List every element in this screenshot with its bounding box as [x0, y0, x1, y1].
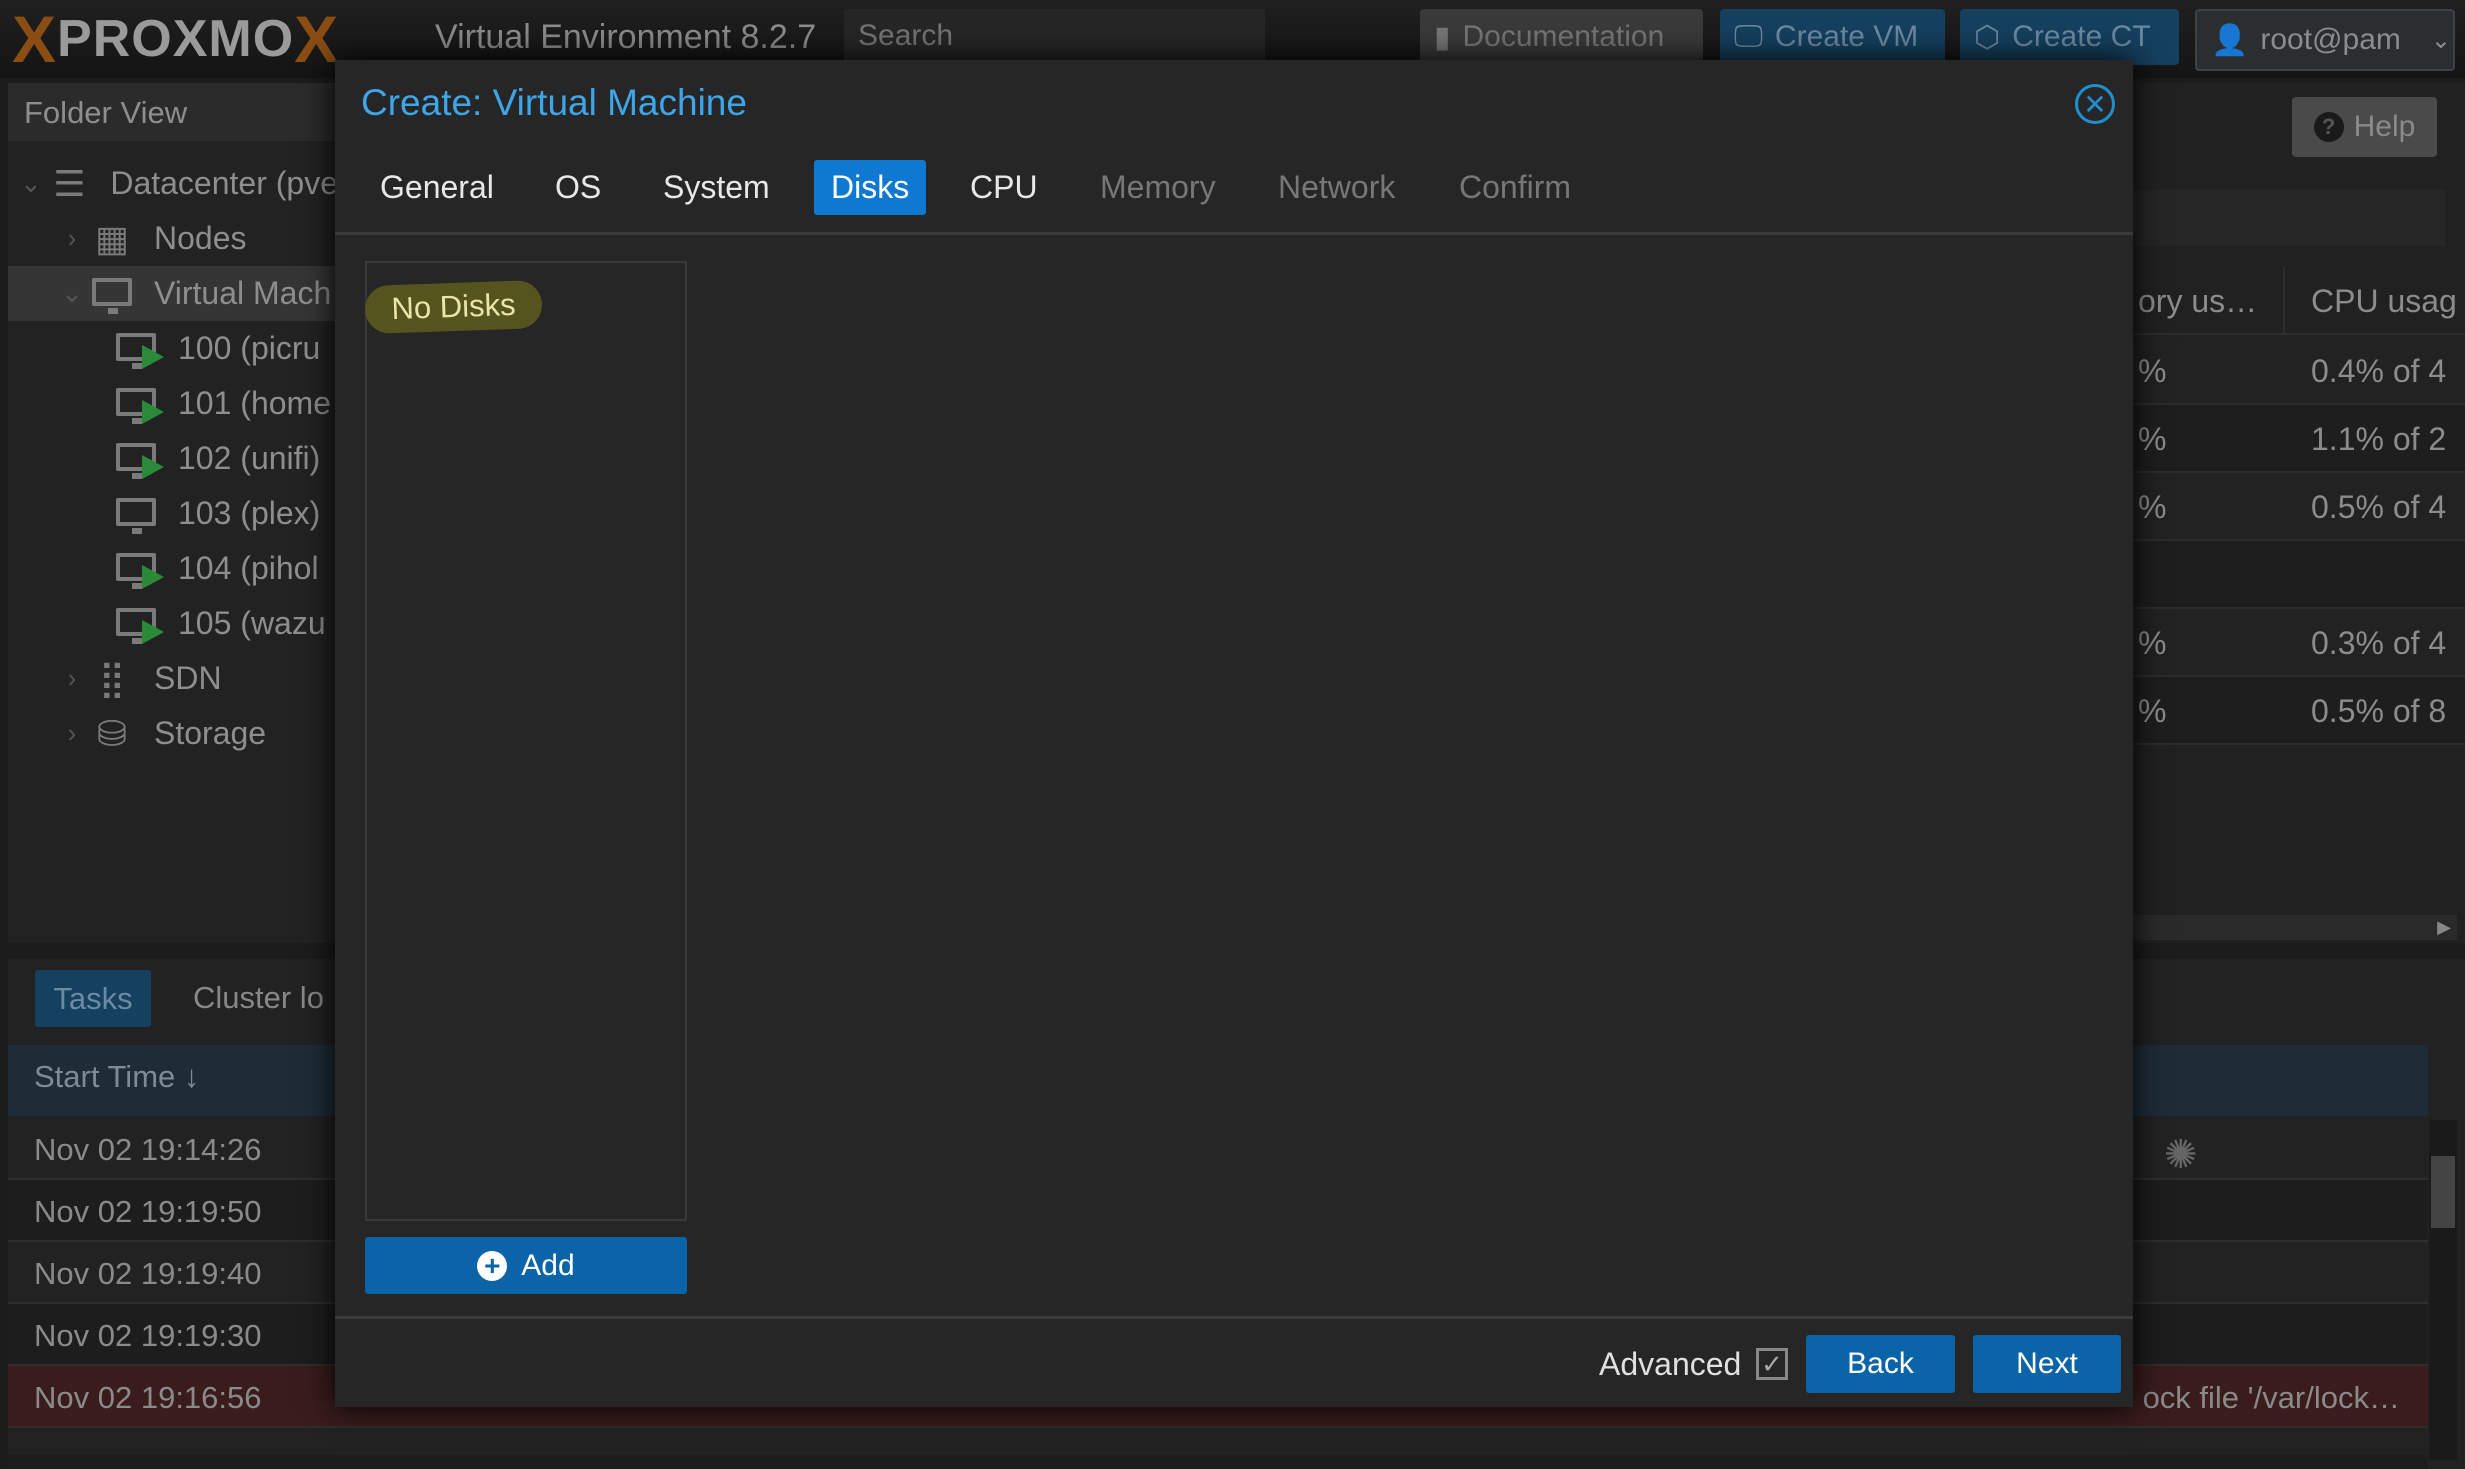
- building-icon: ▦: [94, 217, 129, 259]
- close-icon[interactable]: ✕: [2075, 84, 2115, 124]
- spinner-icon: ✺: [2164, 1133, 2198, 1177]
- tree-item[interactable]: 102 (unifi): [8, 431, 338, 486]
- arrow-right-icon: ▶: [2437, 917, 2451, 937]
- expand-toggle-icon[interactable]: ⌄: [60, 278, 84, 309]
- next-button[interactable]: Next: [1973, 1335, 2121, 1393]
- view-selector[interactable]: Folder View: [8, 83, 338, 141]
- divider: [335, 232, 2133, 235]
- column-memory[interactable]: ory us…: [2138, 283, 2257, 320]
- memory-cell: %: [2138, 421, 2167, 457]
- server-icon: ☰: [53, 162, 86, 204]
- start-time-cell: Nov 02 19:16:56: [34, 1380, 262, 1415]
- expand-toggle-icon[interactable]: ›: [60, 663, 84, 694]
- no-disks-label: No Disks: [364, 279, 543, 335]
- start-time-cell: Nov 02 19:19:40: [34, 1256, 262, 1291]
- expand-toggle-icon[interactable]: ⌄: [19, 168, 42, 199]
- advanced-checkbox[interactable]: ✓: [1756, 1348, 1788, 1380]
- cpu-cell: 0.3% of 4: [2311, 625, 2447, 661]
- documentation-button[interactable]: ▮ Documentation: [1420, 9, 1703, 65]
- vm-running-icon: [114, 331, 164, 369]
- help-button[interactable]: ? Help: [2292, 97, 2437, 157]
- grid-row[interactable]: % 0.5% of 8: [2133, 677, 2465, 745]
- chevron-down-icon: ⌄: [2430, 26, 2451, 54]
- plus-circle-icon: +: [477, 1250, 508, 1281]
- start-time-cell: Nov 02 19:14:26: [34, 1132, 262, 1167]
- grid-row[interactable]: % 1.1% of 2: [2133, 405, 2465, 473]
- question-icon: ?: [2313, 112, 2344, 142]
- back-button[interactable]: Back: [1806, 1335, 1955, 1393]
- memory-cell: %: [2138, 489, 2167, 525]
- tab-disks[interactable]: Disks: [814, 160, 927, 215]
- start-time-cell: Nov 02 19:19:50: [34, 1194, 262, 1229]
- expand-toggle-icon[interactable]: ›: [60, 718, 84, 749]
- tree-item[interactable]: › ▦ Nodes: [8, 211, 338, 266]
- cpu-cell: 0.5% of 8: [2311, 693, 2447, 729]
- cpu-cell: 0.4% of 4: [2311, 353, 2447, 389]
- version-label: Virtual Environment 8.2.7: [435, 18, 817, 56]
- book-icon: ▮: [1434, 20, 1451, 54]
- scroll-thumb[interactable]: [2431, 1156, 2455, 1228]
- divider: [335, 1316, 2133, 1319]
- start-time-cell: Nov 02 19:19:30: [34, 1318, 262, 1353]
- tree-item[interactable]: ⌄ Virtual Mach: [8, 266, 338, 321]
- grid-row[interactable]: % 0.5% of 4: [2133, 473, 2465, 541]
- memory-cell: %: [2138, 625, 2167, 661]
- tree-item[interactable]: › ⛁ Storage: [8, 706, 338, 761]
- vm-running-icon: [114, 441, 164, 479]
- user-icon: 👤: [2211, 23, 2249, 57]
- vm-running-icon: [114, 551, 164, 589]
- cpu-cell: 1.1% of 2: [2311, 421, 2447, 457]
- vertical-scrollbar[interactable]: [2429, 1120, 2457, 1460]
- tree-item[interactable]: 105 (wazu: [8, 596, 338, 651]
- dialog-title: Create: Virtual Machine: [361, 82, 747, 123]
- user-menu[interactable]: 👤 root@pam ⌄: [2195, 9, 2455, 71]
- tab-confirm[interactable]: Confirm: [1442, 160, 1588, 215]
- grid-row[interactable]: [2133, 541, 2465, 609]
- vm-running-icon: [114, 606, 164, 644]
- database-icon: ⛁: [96, 712, 128, 754]
- table-row-partial: [8, 1455, 2428, 1469]
- desktop-icon: [90, 276, 134, 314]
- tree-item[interactable]: 104 (pihol: [8, 541, 338, 596]
- grid-row[interactable]: % 0.4% of 4: [2133, 337, 2465, 405]
- advanced-label: Advanced: [1599, 1346, 1742, 1382]
- column-cpu[interactable]: CPU usag: [2311, 283, 2457, 320]
- proxmox-logo: X PROXMO X: [12, 2, 340, 76]
- tree-item[interactable]: › ⣿ SDN: [8, 651, 338, 706]
- tab-general[interactable]: General: [363, 160, 511, 215]
- tab-tasks[interactable]: Tasks: [35, 970, 151, 1027]
- grid-header: ory us… CPU usag: [2133, 267, 2465, 335]
- memory-cell: %: [2138, 353, 2167, 389]
- create-ct-button[interactable]: ⬡ Create CT: [1960, 9, 2179, 65]
- tab-cluster-log[interactable]: Cluster lo: [193, 980, 324, 1016]
- tree-item[interactable]: 100 (picru: [8, 321, 338, 376]
- vm-running-icon: [114, 386, 164, 424]
- disk-list: [365, 261, 687, 1221]
- tab-network[interactable]: Network: [1261, 160, 1412, 215]
- grid-row[interactable]: % 0.3% of 4: [2133, 609, 2465, 677]
- tab-cpu[interactable]: CPU: [953, 160, 1055, 215]
- tab-os[interactable]: OS: [538, 160, 618, 215]
- cpu-cell: 0.5% of 4: [2311, 489, 2447, 525]
- tree-item[interactable]: ⌄ ☰ Datacenter (pve: [8, 156, 338, 211]
- horizontal-scrollbar[interactable]: ▶: [2133, 915, 2457, 940]
- tab-memory[interactable]: Memory: [1083, 160, 1233, 215]
- cube-icon: ⬡: [1974, 20, 2001, 54]
- filter-bar: [2133, 190, 2445, 246]
- check-icon: ✓: [1761, 1348, 1783, 1379]
- tab-system[interactable]: System: [646, 160, 787, 215]
- vm-stopped-icon: [114, 496, 158, 534]
- create-vm-button[interactable]: 🖵 Create VM: [1720, 9, 1945, 65]
- desktop-icon: 🖵: [1734, 20, 1763, 53]
- tree-item[interactable]: 103 (plex): [8, 486, 338, 541]
- tree-item[interactable]: 101 (home: [8, 376, 338, 431]
- grid-icon: ⣿: [98, 657, 126, 699]
- status-cell: ock file '/var/lock…: [2142, 1380, 2400, 1415]
- add-disk-button[interactable]: + Add: [365, 1237, 687, 1294]
- sort-desc-icon: ↓: [183, 1059, 200, 1094]
- memory-cell: %: [2138, 693, 2167, 729]
- expand-toggle-icon[interactable]: ›: [60, 223, 84, 254]
- column-divider: [2283, 267, 2285, 335]
- search-input[interactable]: [844, 9, 1265, 63]
